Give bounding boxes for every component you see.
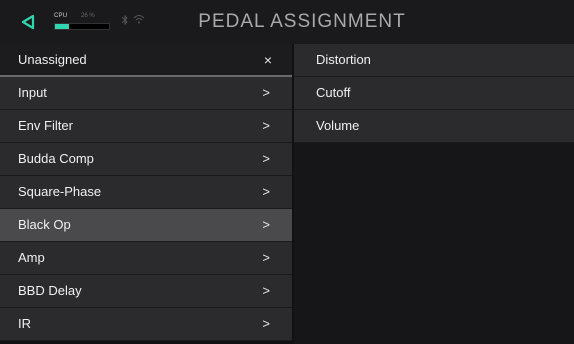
chevron-right-icon: > bbox=[262, 151, 270, 166]
block-list-item-label: Black Op bbox=[18, 217, 71, 232]
chevron-right-icon: > bbox=[262, 250, 270, 265]
chevron-right-icon: > bbox=[262, 118, 270, 133]
unassigned-label: Unassigned bbox=[18, 52, 87, 67]
block-list-item[interactable]: IR > bbox=[0, 308, 292, 341]
block-list-item[interactable]: Budda Comp > bbox=[0, 143, 292, 176]
block-list-item-label: Square-Phase bbox=[18, 184, 102, 199]
parameter-list-item[interactable]: Volume bbox=[294, 110, 574, 143]
parameter-list: Distortion Cutoff Volume bbox=[294, 44, 574, 344]
block-list-item-label: Input bbox=[18, 85, 47, 100]
block-list-item-label: IR bbox=[18, 316, 31, 331]
chevron-right-icon: > bbox=[262, 283, 270, 298]
parameter-list-item[interactable]: Cutoff bbox=[294, 77, 574, 110]
block-list-item[interactable]: Input > bbox=[0, 77, 292, 110]
block-list-item[interactable]: Amp > bbox=[0, 242, 292, 275]
block-list-item-label: BBD Delay bbox=[18, 283, 82, 298]
block-list-item[interactable]: Black Op > bbox=[0, 209, 292, 242]
block-list-item-label: Budda Comp bbox=[18, 151, 94, 166]
chevron-right-icon: > bbox=[262, 316, 270, 331]
unassigned-item[interactable]: Unassigned × bbox=[0, 44, 292, 77]
parameter-list-item[interactable]: Distortion bbox=[294, 44, 574, 77]
block-list-item-label: Amp bbox=[18, 250, 45, 265]
close-icon[interactable]: × bbox=[264, 44, 272, 76]
chevron-right-icon: > bbox=[262, 217, 270, 232]
block-list-item-label: Env Filter bbox=[18, 118, 73, 133]
chevron-right-icon: > bbox=[262, 184, 270, 199]
header-bar: CPU 26 % PEDAL ASSIGNMENT bbox=[0, 0, 574, 44]
block-list: Unassigned × Input > Env Filter > Budda Comp… bbox=[0, 44, 292, 341]
chevron-right-icon: > bbox=[262, 85, 270, 100]
block-list-item[interactable]: BBD Delay > bbox=[0, 275, 292, 308]
block-list-item[interactable]: Env Filter > bbox=[0, 110, 292, 143]
page-title: PEDAL ASSIGNMENT bbox=[198, 11, 406, 32]
block-list-item[interactable]: Square-Phase > bbox=[0, 176, 292, 209]
